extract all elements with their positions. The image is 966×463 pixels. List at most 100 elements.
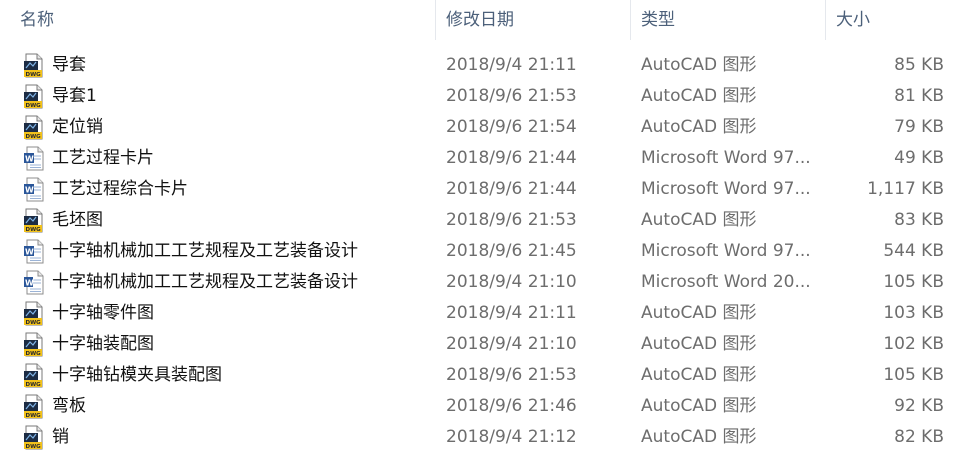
file-name: 十字轴机械加工工艺规程及工艺装备设计 (52, 241, 358, 261)
dwg-file-icon: DWG (22, 115, 46, 140)
svg-text:DWG: DWG (26, 413, 42, 419)
file-name: 十字轴零件图 (52, 303, 154, 323)
file-type: AutoCAD 图形 (641, 55, 757, 75)
file-type: Microsoft Word 97... (641, 148, 811, 168)
file-date-modified: 2018/9/4 21:10 (446, 334, 577, 354)
file-list: DWG 导套 2018/9/4 21:11 AutoCAD 图形 85 KB DWG 导套1… (0, 50, 966, 453)
file-row[interactable]: W 十字轴机械加工工艺规程及工艺装备设计 2018/9/4 21:10 Microso… (0, 267, 966, 298)
file-date-modified: 2018/9/4 21:11 (446, 303, 577, 323)
file-type: Microsoft Word 97... (641, 179, 811, 199)
svg-text:DWG: DWG (26, 227, 42, 233)
word-doc-icon: W (22, 239, 46, 264)
file-type: AutoCAD 图形 (641, 396, 757, 416)
word-doc-icon: W (22, 146, 46, 171)
file-type: AutoCAD 图形 (641, 303, 757, 323)
file-name: 工艺过程综合卡片 (52, 179, 188, 199)
column-header-bar: 名称 ˄ 修改日期 类型 大小 (0, 0, 966, 40)
file-row[interactable]: DWG 定位销 2018/9/6 21:54 AutoCAD 图形 79 KB (0, 112, 966, 143)
file-name: 工艺过程卡片 (52, 148, 154, 168)
svg-text:DWG: DWG (26, 320, 42, 326)
file-row[interactable]: W 工艺过程综合卡片 2018/9/6 21:44 Microsoft Word 97… (0, 174, 966, 205)
dwg-file-icon: DWG (22, 208, 46, 233)
file-date-modified: 2018/9/6 21:46 (446, 396, 577, 416)
file-name: 导套 (52, 55, 86, 75)
file-size: 105 KB (883, 365, 944, 385)
file-size: 85 KB (894, 55, 944, 75)
file-row[interactable]: DWG 十字轴钻模夹具装配图 2018/9/6 21:53 AutoCAD 图形 105… (0, 360, 966, 391)
file-date-modified: 2018/9/6 21:44 (446, 179, 577, 199)
word-docx-icon: W (22, 270, 46, 295)
file-type: AutoCAD 图形 (641, 210, 757, 230)
dwg-file-icon: DWG (22, 394, 46, 419)
file-size: 81 KB (894, 86, 944, 106)
file-date-modified: 2018/9/4 21:12 (446, 427, 577, 447)
file-size: 83 KB (894, 210, 944, 230)
svg-text:W: W (25, 279, 34, 288)
file-size: 92 KB (894, 396, 944, 416)
svg-text:W: W (25, 186, 34, 195)
svg-text:DWG: DWG (26, 134, 42, 140)
svg-text:DWG: DWG (26, 103, 42, 109)
file-date-modified: 2018/9/6 21:44 (446, 148, 577, 168)
file-name: 导套1 (52, 86, 97, 106)
column-divider[interactable] (630, 0, 631, 40)
file-row[interactable]: W 工艺过程卡片 2018/9/6 21:44 Microsoft Word 97..… (0, 143, 966, 174)
dwg-file-icon: DWG (22, 53, 46, 78)
column-header-size[interactable]: 大小 (836, 0, 870, 40)
file-name: 弯板 (52, 396, 86, 416)
file-row[interactable]: DWG 毛坯图 2018/9/6 21:53 AutoCAD 图形 83 KB (0, 205, 966, 236)
file-size: 79 KB (894, 117, 944, 137)
file-date-modified: 2018/9/6 21:54 (446, 117, 577, 137)
file-type: Microsoft Word 97... (641, 241, 811, 261)
file-type: AutoCAD 图形 (641, 86, 757, 106)
file-row[interactable]: DWG 导套 2018/9/4 21:11 AutoCAD 图形 85 KB (0, 50, 966, 81)
file-size: 105 KB (883, 272, 944, 292)
file-name: 销 (52, 427, 69, 447)
column-header-type[interactable]: 类型 (641, 0, 675, 40)
file-size: 49 KB (894, 148, 944, 168)
sort-ascending-icon: ˄ (218, 0, 224, 8)
file-size: 82 KB (894, 427, 944, 447)
svg-text:W: W (25, 248, 34, 257)
file-date-modified: 2018/9/6 21:53 (446, 86, 577, 106)
svg-text:DWG: DWG (26, 351, 42, 357)
column-header-name[interactable]: 名称 (20, 0, 54, 40)
svg-text:DWG: DWG (26, 382, 42, 388)
column-divider[interactable] (825, 0, 826, 40)
file-date-modified: 2018/9/6 21:53 (446, 365, 577, 385)
file-size: 1,117 KB (867, 179, 944, 199)
dwg-file-icon: DWG (22, 84, 46, 109)
word-doc-icon: W (22, 177, 46, 202)
column-divider[interactable] (435, 0, 436, 40)
dwg-file-icon: DWG (22, 363, 46, 388)
file-row[interactable]: DWG 导套1 2018/9/6 21:53 AutoCAD 图形 81 KB (0, 81, 966, 112)
file-name: 十字轴钻模夹具装配图 (52, 365, 222, 385)
file-type: AutoCAD 图形 (641, 334, 757, 354)
file-row[interactable]: DWG 销 2018/9/4 21:12 AutoCAD 图形 82 KB (0, 422, 966, 453)
file-date-modified: 2018/9/6 21:53 (446, 210, 577, 230)
svg-text:DWG: DWG (26, 444, 42, 450)
file-type: Microsoft Word 20... (641, 272, 811, 292)
file-size: 544 KB (883, 241, 944, 261)
column-header-date-modified[interactable]: 修改日期 (446, 0, 514, 40)
dwg-file-icon: DWG (22, 332, 46, 357)
file-name: 十字轴机械加工工艺规程及工艺装备设计 (52, 272, 358, 292)
file-row[interactable]: DWG 弯板 2018/9/6 21:46 AutoCAD 图形 92 KB (0, 391, 966, 422)
file-size: 103 KB (883, 303, 944, 323)
file-type: AutoCAD 图形 (641, 117, 757, 137)
file-size: 102 KB (883, 334, 944, 354)
file-row[interactable]: DWG 十字轴零件图 2018/9/4 21:11 AutoCAD 图形 103 KB (0, 298, 966, 329)
file-name: 毛坯图 (52, 210, 103, 230)
file-name: 十字轴装配图 (52, 334, 154, 354)
file-row[interactable]: DWG 十字轴装配图 2018/9/4 21:10 AutoCAD 图形 102 KB (0, 329, 966, 360)
file-type: AutoCAD 图形 (641, 427, 757, 447)
file-date-modified: 2018/9/4 21:10 (446, 272, 577, 292)
file-type: AutoCAD 图形 (641, 365, 757, 385)
file-name: 定位销 (52, 117, 103, 137)
file-date-modified: 2018/9/6 21:45 (446, 241, 577, 261)
file-date-modified: 2018/9/4 21:11 (446, 55, 577, 75)
file-row[interactable]: W 十字轴机械加工工艺规程及工艺装备设计 2018/9/6 21:45 Microso… (0, 236, 966, 267)
dwg-file-icon: DWG (22, 301, 46, 326)
dwg-file-icon: DWG (22, 425, 46, 450)
svg-text:W: W (25, 155, 34, 164)
